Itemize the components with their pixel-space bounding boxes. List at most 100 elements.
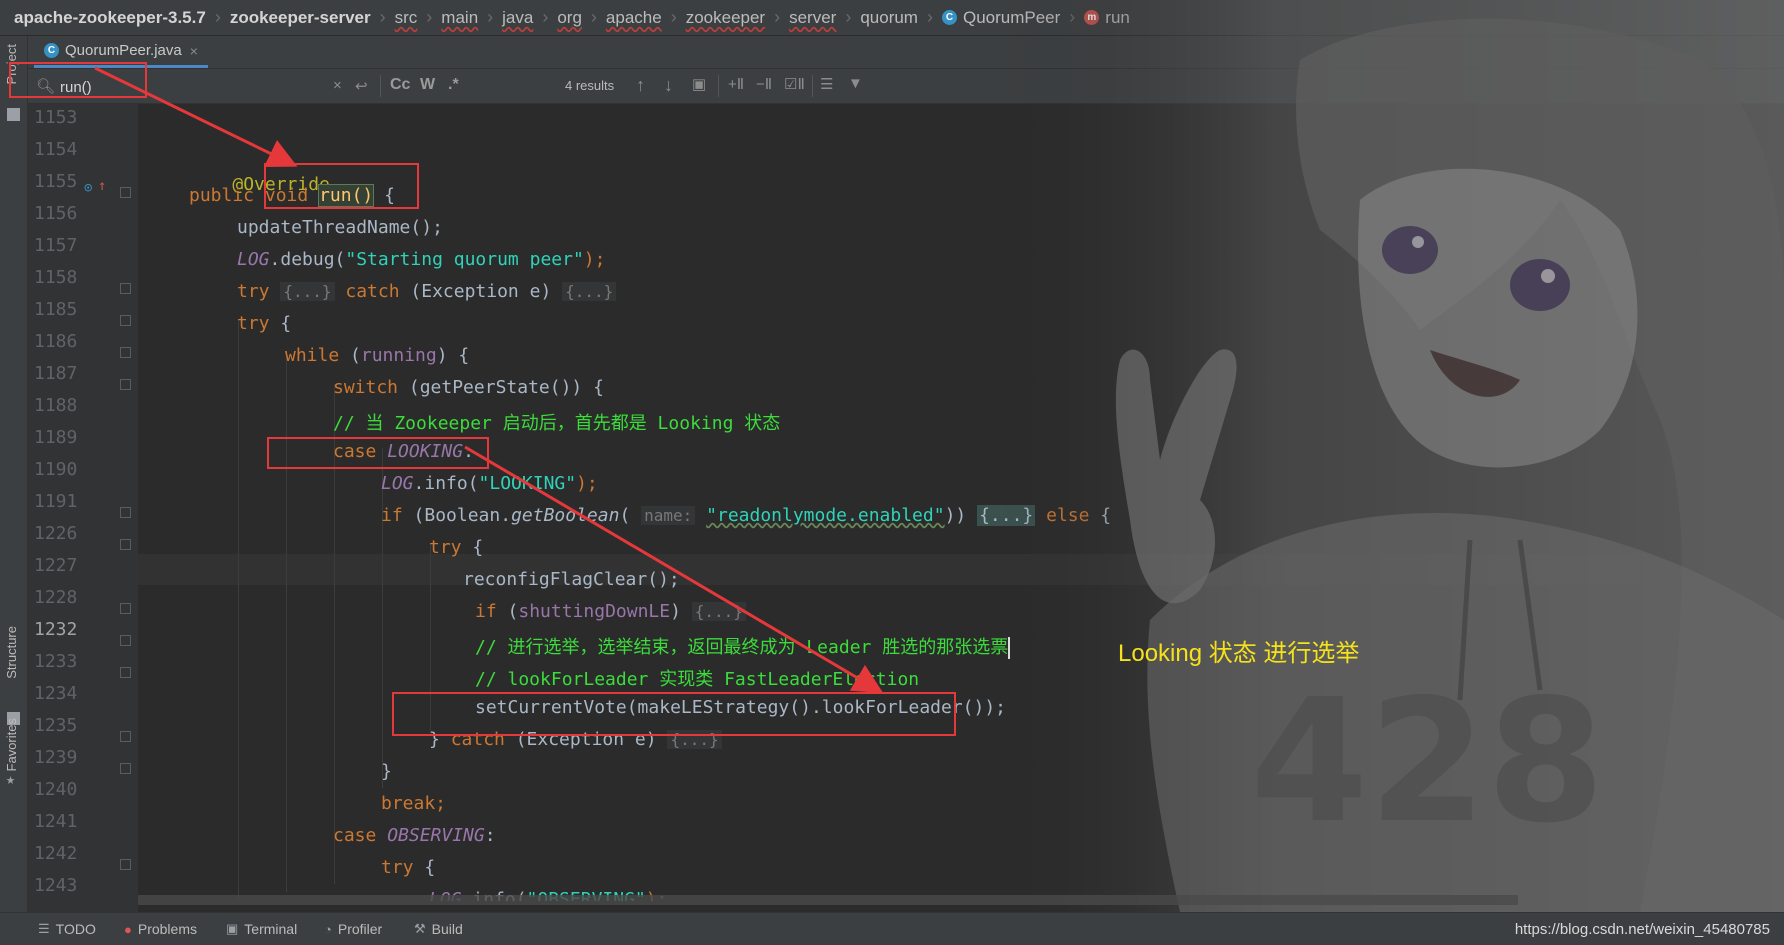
code-token: { bbox=[413, 857, 436, 878]
horizontal-scrollbar[interactable] bbox=[138, 895, 1518, 905]
method-icon: m bbox=[1084, 10, 1100, 25]
code-token: ( bbox=[496, 601, 519, 622]
folder-icon bbox=[7, 108, 20, 121]
code-token: { bbox=[461, 537, 484, 558]
select-all-icon[interactable]: ▣ bbox=[692, 75, 706, 93]
code-token: : bbox=[484, 825, 496, 846]
code-line-1185: try { bbox=[237, 313, 291, 344]
static-field-token: LOG bbox=[381, 473, 414, 494]
annotation-box-lookforleader bbox=[392, 692, 956, 736]
keyword-token: while bbox=[285, 345, 340, 366]
todo-label: TODO bbox=[55, 921, 96, 937]
breadcrumb-label: QuorumPeer bbox=[962, 7, 1061, 27]
code-token: ) { bbox=[436, 345, 470, 366]
override-marker-icon[interactable]: ⊙ bbox=[84, 180, 92, 196]
code-token: (Boolean. bbox=[402, 505, 512, 526]
build-tool-button[interactable]: ⚒ Build bbox=[414, 921, 463, 937]
profiler-label: Profiler bbox=[337, 921, 383, 937]
status-bar: ☰ TODO ● Problems ▣ Terminal ◔ Profiler ⚒ Bui… bbox=[0, 912, 1784, 945]
annotation-box-run bbox=[264, 163, 419, 209]
breadcrumb-item[interactable]: src bbox=[395, 8, 418, 28]
fold-marker-icon[interactable] bbox=[120, 731, 131, 742]
fold-marker-icon[interactable] bbox=[120, 347, 131, 358]
line-number: 1241 bbox=[34, 811, 78, 832]
breadcrumb: apache-zookeeper-3.5.7 › zookeeper-server… bbox=[0, 0, 1784, 36]
fold-marker-icon[interactable] bbox=[120, 507, 131, 518]
line-number: 1155 bbox=[34, 171, 78, 192]
clear-icon[interactable]: × bbox=[333, 77, 342, 94]
comment-token: // 当 Zookeeper 启动后，首先都是 Looking 状态 bbox=[333, 413, 781, 434]
breadcrumb-item[interactable]: main bbox=[441, 8, 478, 28]
fold-marker-icon[interactable] bbox=[120, 635, 131, 646]
breadcrumb-item[interactable]: zookeeper-server bbox=[230, 8, 371, 28]
profiler-tool-button[interactable]: ◔ Profiler bbox=[324, 921, 382, 937]
code-token: updateThreadName(); bbox=[237, 217, 443, 238]
fold-marker-icon[interactable] bbox=[120, 539, 131, 550]
fold-marker-icon[interactable] bbox=[120, 763, 131, 774]
todo-tool-button[interactable]: ☰ TODO bbox=[38, 921, 96, 937]
problems-tool-button[interactable]: ● Problems bbox=[124, 921, 197, 937]
code-token: (getPeerState()) { bbox=[398, 377, 604, 398]
breadcrumb-item[interactable]: quorum bbox=[860, 8, 918, 28]
breadcrumb-item[interactable]: server bbox=[789, 8, 836, 28]
class-icon: C bbox=[44, 43, 59, 58]
breadcrumb-item[interactable]: apache-zookeeper-3.5.7 bbox=[14, 8, 206, 28]
code-line-1188: // 当 Zookeeper 启动后，首先都是 Looking 状态 bbox=[333, 409, 780, 440]
filter-icon[interactable]: ▼ bbox=[848, 75, 863, 92]
code-token: )) bbox=[944, 505, 978, 526]
fold-marker-icon[interactable] bbox=[120, 859, 131, 870]
line-number: 1240 bbox=[34, 779, 78, 800]
code-token: } bbox=[381, 761, 392, 782]
fold-marker-icon[interactable] bbox=[120, 603, 131, 614]
structure-tool-tab[interactable]: Structure bbox=[4, 626, 19, 679]
fold-marker-icon[interactable] bbox=[120, 187, 131, 198]
match-case-button[interactable]: Cc bbox=[390, 76, 410, 94]
line-number: 1189 bbox=[34, 427, 78, 448]
breadcrumb-item[interactable]: apache bbox=[606, 8, 662, 28]
folded-block[interactable]: {...} bbox=[562, 282, 617, 301]
error-icon: ● bbox=[124, 921, 132, 937]
folded-block[interactable]: {...} bbox=[977, 505, 1036, 526]
terminal-tool-button[interactable]: ▣ Terminal bbox=[226, 921, 297, 937]
new-line-icon[interactable]: ↩ bbox=[355, 77, 368, 95]
code-token: ( bbox=[339, 345, 361, 366]
line-number: 1190 bbox=[34, 459, 78, 480]
code-line-1156: updateThreadName(); bbox=[237, 217, 443, 248]
arrow-down-icon[interactable]: ↓ bbox=[664, 75, 673, 96]
parameter-hint: name: bbox=[641, 506, 696, 525]
keyword-token: break; bbox=[381, 793, 447, 814]
remove-occurrence-icon[interactable]: −Ⅱ bbox=[756, 75, 772, 93]
fold-marker-icon[interactable] bbox=[120, 667, 131, 678]
breadcrumb-item-class[interactable]: C QuorumPeer bbox=[941, 7, 1061, 28]
words-button[interactable]: W bbox=[420, 76, 435, 94]
fold-marker-icon[interactable] bbox=[120, 315, 131, 326]
line-number: 1228 bbox=[34, 587, 78, 608]
code-token: .info( bbox=[413, 473, 479, 494]
fold-marker-icon[interactable] bbox=[120, 283, 131, 294]
hammer-icon: ⚒ bbox=[414, 921, 426, 936]
regex-button[interactable]: .* bbox=[448, 76, 459, 94]
filter-lines-icon[interactable]: ☰ bbox=[820, 75, 833, 93]
tab-label: QuorumPeer.java bbox=[65, 42, 182, 59]
method-token: getBoolean bbox=[511, 505, 620, 526]
fold-marker-icon[interactable] bbox=[120, 379, 131, 390]
implements-arrow-icon[interactable]: ↑ bbox=[98, 178, 106, 194]
breadcrumb-item[interactable]: zookeeper bbox=[686, 8, 765, 28]
select-all-occurrences-icon[interactable]: ☑Ⅱ bbox=[784, 75, 805, 93]
add-occurrence-icon[interactable]: +Ⅱ bbox=[728, 75, 744, 93]
arrow-up-icon[interactable]: ↑ bbox=[636, 75, 645, 96]
breadcrumb-item[interactable]: org bbox=[557, 8, 582, 28]
enum-constant-token: OBSERVING bbox=[387, 825, 485, 846]
keyword-token: catch bbox=[345, 281, 400, 302]
folded-block[interactable]: {...} bbox=[691, 602, 746, 621]
close-icon[interactable]: × bbox=[190, 43, 198, 59]
favorites-tool-tab[interactable]: Favorites bbox=[4, 718, 19, 771]
breadcrumb-item[interactable]: java bbox=[502, 8, 533, 28]
line-number: 1235 bbox=[34, 715, 78, 736]
breadcrumb-item-method[interactable]: m run bbox=[1084, 8, 1130, 28]
class-icon: C bbox=[941, 10, 957, 25]
line-number: 1191 bbox=[34, 491, 78, 512]
comment-token: // 进行选举，选举结束，返回最终成为 Leader 胜选的那张选票 bbox=[475, 637, 1009, 658]
breadcrumb-label: run bbox=[1105, 7, 1130, 27]
folded-block[interactable]: {...} bbox=[280, 282, 335, 301]
